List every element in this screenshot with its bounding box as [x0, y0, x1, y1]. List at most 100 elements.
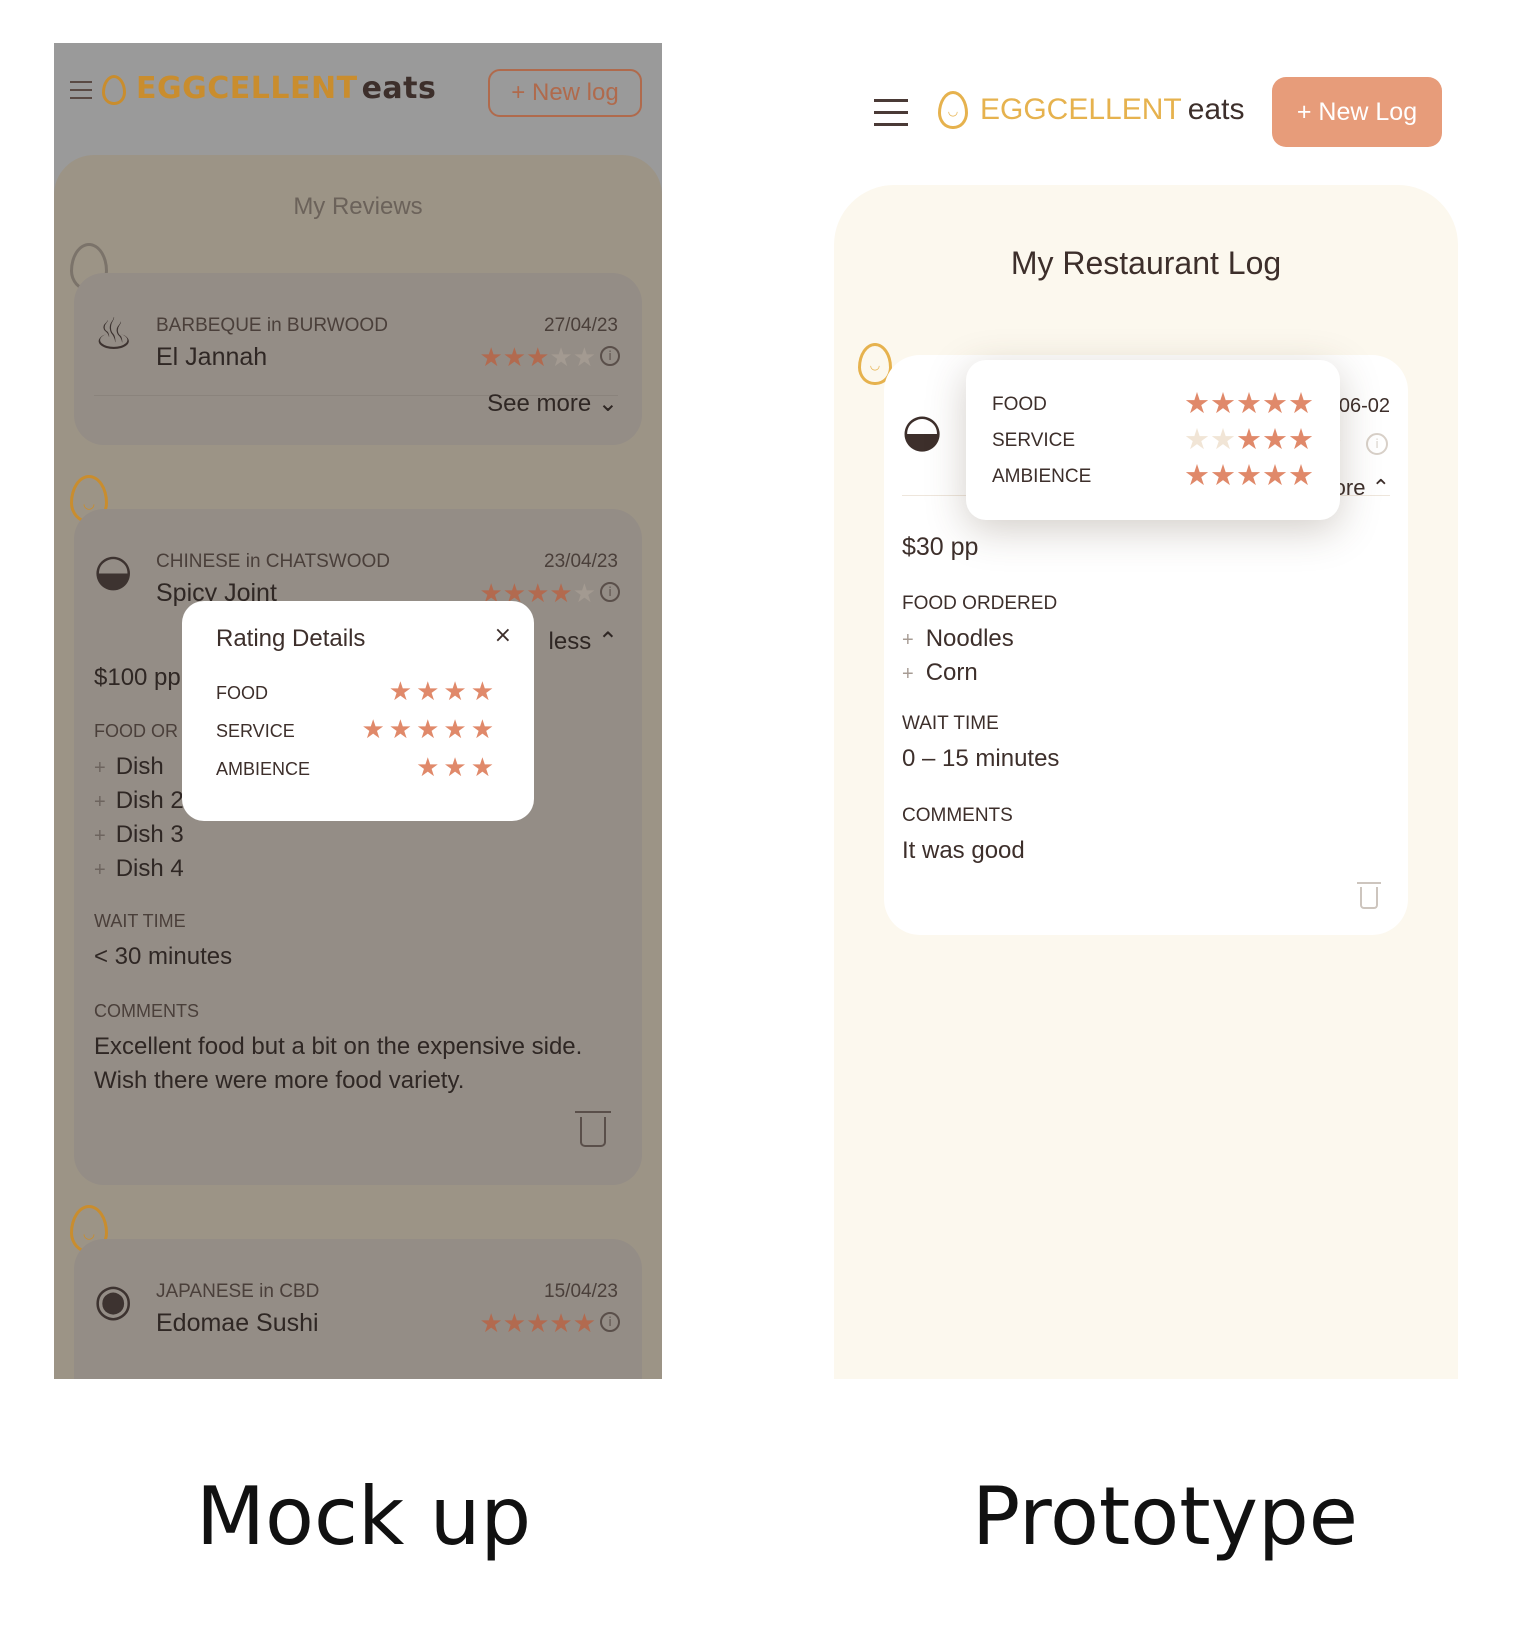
dish-item: + Corn	[902, 659, 978, 686]
wait-time-label: WAIT TIME	[902, 713, 999, 734]
star-icon: ★	[479, 343, 503, 373]
star-empty-icon: ★	[572, 343, 596, 373]
caption-prototype: Prototype	[972, 1470, 1358, 1563]
rating-row-stars: ★★★★★	[1184, 458, 1314, 492]
menu-icon[interactable]	[874, 99, 908, 126]
card-rating-stars: ★★★★★	[479, 343, 596, 373]
dish-item: + Noodles	[902, 625, 1014, 652]
star-icon: ★	[470, 677, 498, 707]
star-icon: ★	[1236, 458, 1262, 492]
comment-text: It was good	[902, 837, 1025, 864]
rating-row-label: AMBIENCE	[216, 759, 311, 779]
star-icon: ★	[361, 715, 389, 745]
dish-item: + Dish 4	[94, 855, 184, 882]
info-icon[interactable]: i	[600, 1312, 620, 1332]
star-icon: ★	[549, 1309, 573, 1339]
rating-row-stars: ★★★	[416, 753, 498, 783]
star-icon: ★	[1184, 458, 1210, 492]
dish-item: + Dish 3	[94, 821, 184, 848]
mockup-header: EGGCELLENT eats + New log	[54, 43, 662, 153]
star-icon: ★	[572, 1309, 596, 1339]
plus-icon: +	[94, 757, 106, 779]
star-icon: ★	[416, 677, 444, 707]
star-icon: ★	[549, 579, 573, 609]
star-empty-icon: ★	[1210, 422, 1236, 456]
rating-details-modal: Rating Details × FOOD ★★★★ SERVICE ★★★★★…	[182, 601, 534, 821]
chevron-up-icon: ⌃	[1371, 475, 1390, 500]
rating-popover: FOOD ★★★★★ SERVICE ★★★★★ AMBIENCE ★★★★★	[966, 360, 1340, 520]
star-icon: ★	[443, 677, 471, 707]
info-icon[interactable]: i	[600, 346, 620, 366]
card-category: BARBEQUE in BURWOOD	[156, 315, 388, 336]
star-icon: ★	[1184, 386, 1210, 420]
rating-row-stars: ★★★★★	[1184, 386, 1314, 420]
plus-icon: +	[94, 825, 106, 847]
star-icon: ★	[1288, 422, 1314, 456]
trash-icon[interactable]	[1357, 882, 1381, 909]
page-title: My Reviews	[293, 193, 423, 220]
star-icon: ★	[443, 715, 471, 745]
menu-icon[interactable]	[70, 81, 92, 99]
wait-time-label: WAIT TIME	[94, 911, 186, 931]
plus-icon: +	[94, 791, 106, 813]
trash-icon[interactable]	[575, 1111, 611, 1147]
app-logo[interactable]: EGGCELLENT eats	[136, 71, 436, 106]
rating-row-label: AMBIENCE	[992, 466, 1092, 487]
wait-time-value: < 30 minutes	[94, 943, 233, 970]
mockup-phone: EGGCELLENT eats + New log My Reviews ♨ BA…	[54, 43, 662, 1379]
star-icon: ★	[388, 677, 417, 707]
egg-logo-icon	[102, 75, 126, 105]
wait-time-value: 0 – 15 minutes	[902, 745, 1060, 772]
star-icon: ★	[470, 715, 498, 745]
card-date: 23/04/23	[544, 551, 618, 572]
food-ordered-label: FOOD OR	[94, 721, 178, 741]
new-log-button[interactable]: + New Log	[1272, 77, 1442, 147]
see-less-toggle[interactable]: less ⌃	[549, 627, 618, 656]
star-empty-icon: ★	[572, 579, 596, 609]
chevron-up-icon: ⌃	[597, 628, 618, 655]
star-icon: ★	[416, 715, 444, 745]
star-icon: ★	[526, 1309, 550, 1339]
rating-row-stars: ★★★★	[389, 677, 498, 707]
star-icon: ★	[1262, 386, 1288, 420]
card-restaurant-name: El Jannah	[156, 343, 268, 371]
page-title: My Restaurant Log	[1010, 245, 1282, 281]
egg-logo-icon: ◡	[938, 91, 968, 129]
star-icon: ★	[443, 753, 471, 783]
plus-icon: +	[94, 859, 106, 881]
card-price: $30 pp	[902, 533, 979, 561]
comment-text: Wish there were more food variety.	[94, 1067, 465, 1094]
see-more-toggle[interactable]: See more ⌄	[487, 389, 618, 418]
rating-row-label: FOOD	[992, 394, 1047, 415]
star-icon: ★	[1236, 386, 1262, 420]
sushi-icon: ◉	[94, 1275, 133, 1326]
star-icon: ★	[416, 753, 444, 783]
see-more-toggle[interactable]: ore ⌃	[1334, 475, 1390, 501]
card-rating-stars: ★★★★★	[479, 1309, 596, 1339]
star-icon: ★	[1210, 458, 1236, 492]
comment-text: Excellent food but a bit on the expensiv…	[94, 1033, 583, 1060]
close-icon[interactable]: ×	[494, 623, 512, 648]
plus-icon: +	[902, 629, 914, 651]
card-category: CHINESE in CHATSWOOD	[156, 551, 391, 572]
star-icon: ★	[502, 343, 527, 373]
review-card[interactable]: ♨ BARBEQUE in BURWOOD 27/04/23 El Jannah…	[74, 273, 642, 445]
rating-row-stars: ★★★★★	[1184, 422, 1314, 456]
new-log-button[interactable]: + New log	[488, 69, 642, 117]
star-icon: ★	[526, 579, 550, 609]
star-icon: ★	[1288, 386, 1314, 420]
prototype-phone: ◡ EGGCELLENT eats + New Log My Restaurant…	[820, 43, 1472, 1379]
review-card[interactable]: ◉ JAPANESE in CBD 15/04/23 Edomae Sushi …	[74, 1239, 642, 1379]
rating-row-label: SERVICE	[992, 430, 1076, 451]
app-logo[interactable]: EGGCELLENT eats	[980, 93, 1244, 127]
star-icon: ★	[470, 753, 498, 783]
info-icon[interactable]: i	[1366, 433, 1388, 455]
star-icon: ★	[526, 343, 550, 373]
restaurant-log-panel: My Restaurant Log ◡ ◒ 06-02 ★ i ore ⌃ $3…	[834, 185, 1458, 1379]
info-icon[interactable]: i	[600, 582, 620, 602]
food-ordered-label: FOOD ORDERED	[902, 593, 1058, 614]
card-date: 06-02	[1338, 395, 1390, 417]
card-category: JAPANESE in CBD	[156, 1281, 320, 1302]
rating-row-label: SERVICE	[216, 721, 295, 741]
rating-row-stars: ★★★★★	[361, 715, 498, 745]
